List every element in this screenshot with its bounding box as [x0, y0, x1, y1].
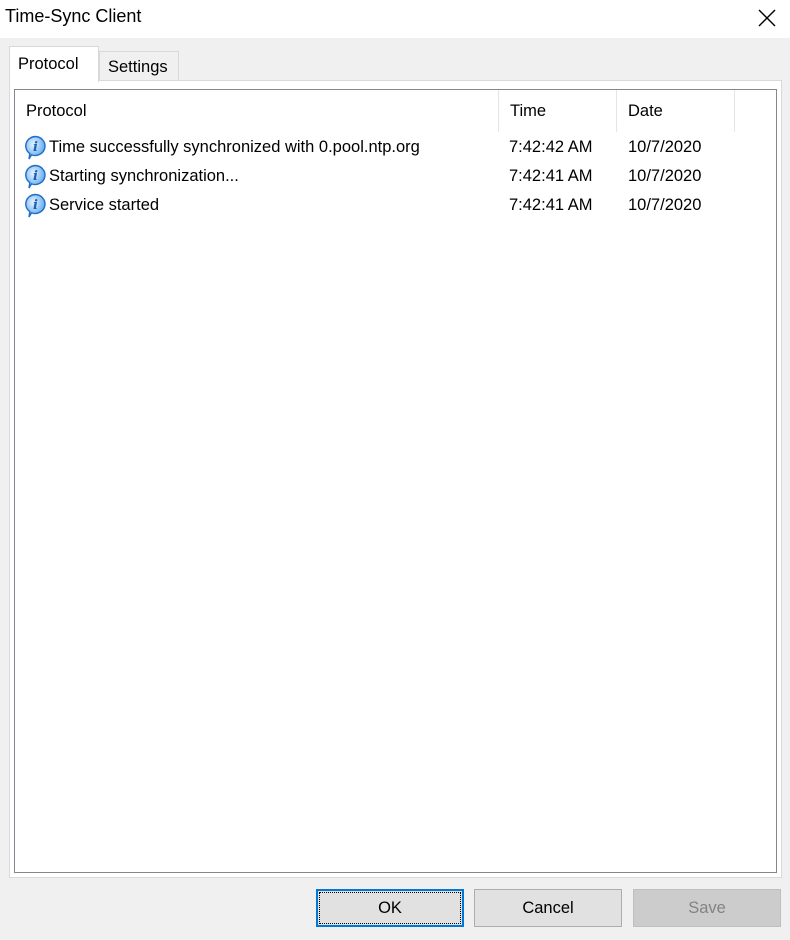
cancel-button[interactable]: Cancel	[474, 889, 622, 927]
close-icon	[758, 9, 776, 27]
info-icon: i	[25, 135, 46, 159]
svg-text:i: i	[33, 169, 38, 184]
message-text: Service started	[49, 196, 160, 214]
tab-panel-protocol: Protocol Time Date i Time successfully s…	[9, 80, 782, 878]
time-cell: 7:42:42 AM	[509, 138, 593, 156]
column-header-protocol[interactable]: Protocol	[15, 90, 499, 132]
protocol-list[interactable]: Protocol Time Date i Time successfully s…	[14, 89, 777, 873]
column-header-time[interactable]: Time	[499, 90, 617, 132]
message-text: Starting synchronization...	[49, 167, 239, 185]
info-icon: i	[25, 193, 46, 217]
window-title: Time-Sync Client	[5, 6, 142, 26]
date-cell: 10/7/2020	[628, 138, 702, 156]
time-cell: 7:42:41 AM	[509, 167, 593, 185]
tab-settings[interactable]: Settings	[99, 51, 179, 80]
focus-rect	[319, 892, 461, 924]
list-rows: i Time successfully synchronized with 0.…	[15, 133, 776, 220]
date-cell: 10/7/2020	[628, 196, 702, 214]
time-cell: 7:42:41 AM	[509, 196, 593, 214]
message-text: Time successfully synchronized with 0.po…	[49, 138, 420, 156]
message-cell: i Starting synchronization...	[23, 162, 239, 191]
svg-text:i: i	[33, 140, 38, 155]
svg-text:i: i	[33, 198, 38, 213]
tab-protocol[interactable]: Protocol	[9, 46, 99, 82]
date-cell: 10/7/2020	[628, 167, 702, 185]
ok-button[interactable]: OK	[316, 889, 464, 927]
info-icon: i	[25, 164, 46, 188]
save-button[interactable]: Save	[633, 889, 781, 927]
list-header: Protocol Time Date	[15, 90, 776, 132]
message-cell: i Service started	[23, 191, 159, 220]
close-button[interactable]	[744, 0, 790, 36]
list-item[interactable]: i Service started 7:42:41 AM 10/7/2020	[15, 191, 776, 220]
title-bar: Time-Sync Client	[0, 0, 790, 38]
message-cell: i Time successfully synchronized with 0.…	[23, 133, 420, 162]
list-item[interactable]: i Starting synchronization... 7:42:41 AM…	[15, 162, 776, 191]
list-item[interactable]: i Time successfully synchronized with 0.…	[15, 133, 776, 162]
column-header-date[interactable]: Date	[617, 90, 735, 132]
